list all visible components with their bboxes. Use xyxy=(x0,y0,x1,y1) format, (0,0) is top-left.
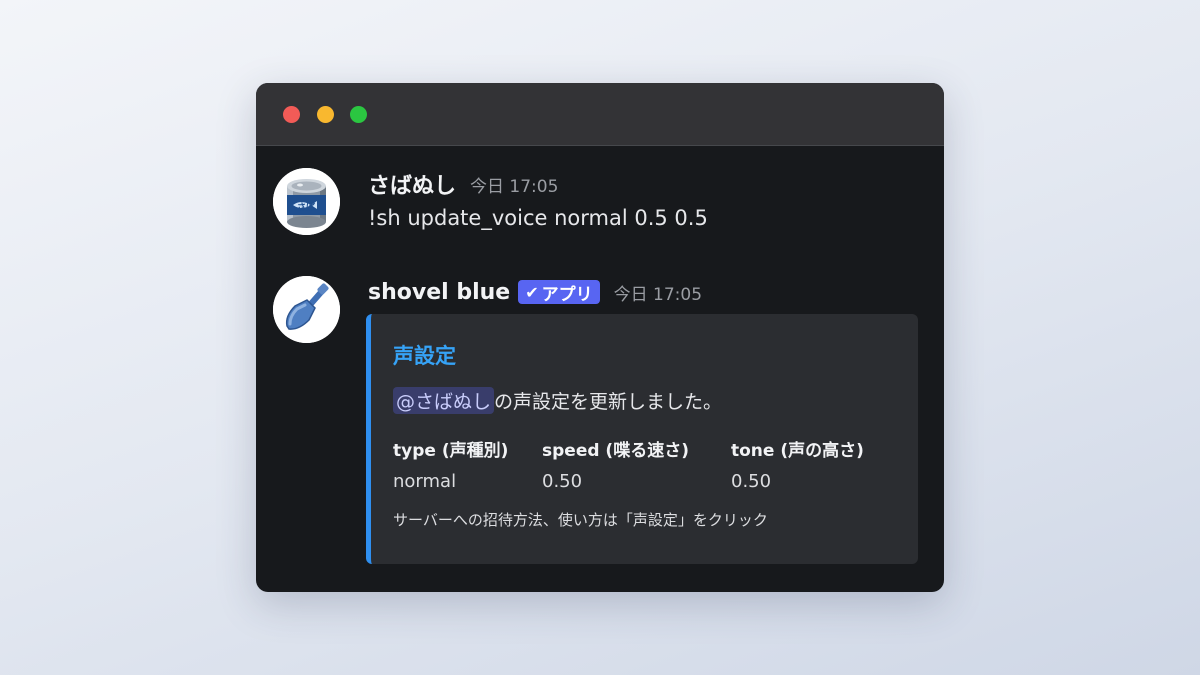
app-badge: ✔ アプリ xyxy=(518,280,600,305)
field-name: type (声種別) xyxy=(393,441,509,461)
username[interactable]: shovel blue xyxy=(368,280,510,305)
embed-field-type: type (声種別) normal xyxy=(393,436,508,492)
embed-field-tone: tone (声の高さ) 0.50 xyxy=(731,436,864,492)
maximize-window-button[interactable] xyxy=(350,106,367,123)
embed-field-speed: speed (喋る速さ) 0.50 xyxy=(542,436,689,492)
minimize-window-button[interactable] xyxy=(317,106,334,123)
field-name: speed (喋る速さ) xyxy=(542,441,689,461)
checkmark-icon: ✔ xyxy=(525,282,539,302)
embed-title[interactable]: 声設定 xyxy=(393,340,456,370)
field-value: normal xyxy=(393,471,457,492)
app-badge-label: アプリ xyxy=(541,284,593,305)
title-bar xyxy=(256,83,944,146)
svg-text:さば: さば xyxy=(297,201,315,213)
field-value: 0.50 xyxy=(731,471,772,492)
timestamp: 今日 17:05 xyxy=(470,176,559,197)
username[interactable]: さばぬし xyxy=(368,168,456,200)
embed-description-text: の声設定を更新しました。 xyxy=(494,391,723,413)
message-content: !sh update_voice normal 0.5 0.5 xyxy=(368,206,708,230)
embed-description: @さばぬし の声設定を更新しました。 xyxy=(393,387,722,414)
timestamp: 今日 17:05 xyxy=(613,284,703,305)
user-mention[interactable]: @さばぬし xyxy=(393,387,495,414)
embed-footer: サーバーへの招待方法、使い方は「声設定」をクリック xyxy=(393,511,768,529)
app-window: さば さばぬし 今日 17:05 !sh update_voice normal… xyxy=(256,83,944,592)
avatar[interactable] xyxy=(273,276,340,343)
shovel-icon xyxy=(273,276,340,343)
avatar[interactable]: さば xyxy=(273,168,340,235)
embed-card: 声設定 @さばぬし の声設定を更新しました。 type (声種別) normal … xyxy=(366,314,918,564)
field-name: tone (声の高さ) xyxy=(731,441,864,461)
field-value: 0.50 xyxy=(542,471,583,492)
close-window-button[interactable] xyxy=(283,106,300,123)
canned-mackerel-icon: さば xyxy=(273,168,340,235)
